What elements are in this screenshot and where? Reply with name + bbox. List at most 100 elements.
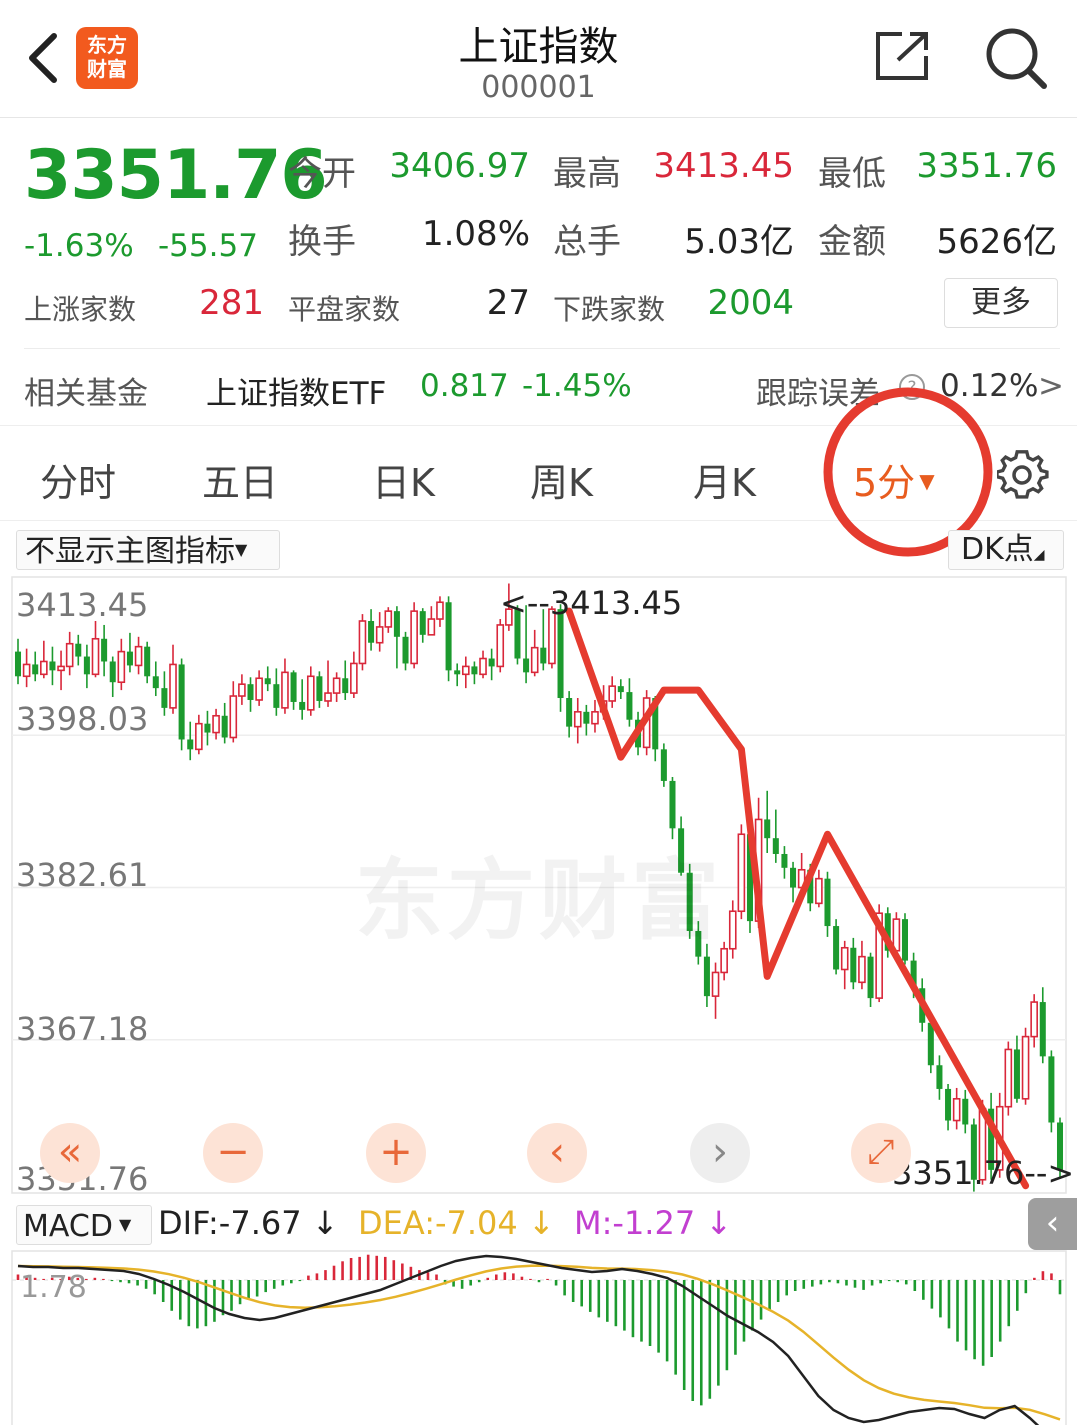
related-fund-label: 相关基金 [24, 376, 148, 412]
candle-body [711, 971, 720, 997]
candle-body [247, 684, 254, 700]
scroll-right-button[interactable]: › [690, 1123, 750, 1183]
tab-monthly-k[interactable]: 月K [693, 452, 756, 507]
tab-five-day[interactable]: 五日 [202, 452, 278, 507]
sub-indicator-select[interactable]: MACD ▼ [16, 1205, 152, 1245]
candle-body [32, 664, 39, 675]
change-value: -55.57 [158, 228, 258, 264]
fund-name[interactable]: 上证指数ETF [206, 368, 386, 413]
candle-body [583, 711, 590, 724]
candle-body [169, 663, 177, 709]
macd-dif: DIF:-7.67 ↓ [158, 1204, 339, 1242]
scroll-left-button[interactable]: ‹ [527, 1123, 587, 1183]
candle-body [1039, 1002, 1046, 1057]
candle-body [626, 692, 633, 720]
low-label: 最低 [818, 154, 886, 194]
change-percent: -1.63% [24, 228, 134, 264]
candle-body [608, 685, 617, 702]
candle-body [840, 946, 849, 971]
watermark: 东方财富 [355, 849, 724, 952]
macd-dea: DEA:-7.04 ↓ [358, 1204, 555, 1242]
candle-body [57, 665, 65, 672]
candle-body [1021, 1035, 1030, 1100]
candle-body [867, 956, 874, 999]
tab-intraday[interactable]: 分时 [40, 452, 116, 507]
candle-body [161, 688, 168, 708]
candle-body [306, 675, 315, 711]
side-panel-toggle[interactable]: ‹ [1028, 1198, 1077, 1250]
candle-body [402, 636, 409, 664]
candle-body [419, 611, 426, 635]
candle-body [1013, 1049, 1020, 1099]
candle-body [65, 642, 74, 668]
candle-body [530, 646, 539, 674]
turnover-value: 1.08% [421, 214, 530, 254]
candle-body [815, 877, 823, 905]
candle-body [703, 956, 710, 997]
header-bar: 东方 财富 上证指数 000001 [0, 0, 1077, 118]
search-icon[interactable] [984, 26, 1050, 90]
candle-body [332, 677, 341, 694]
main-indicator-select[interactable]: 不显示主图指标▼ [16, 530, 280, 570]
candle-body [229, 695, 238, 739]
down-count-label: 下跌家数 [553, 293, 666, 326]
candle-body [454, 670, 461, 675]
candle-body [728, 910, 737, 950]
candle-body [350, 662, 358, 694]
candle-body [221, 715, 228, 738]
share-icon[interactable] [872, 28, 932, 84]
candle-body [14, 651, 22, 677]
candle-body [187, 739, 194, 750]
candle-body [384, 610, 393, 628]
chevron-right-icon[interactable]: > [1038, 368, 1064, 404]
fullscreen-button[interactable]: ⤢ [851, 1123, 911, 1183]
volume-label: 总手 [553, 222, 621, 262]
current-price: 3351.76 [24, 136, 328, 215]
dropdown-triangle-icon: ▼ [235, 540, 248, 559]
candle-body [1004, 1048, 1013, 1108]
amount-label: 金额 [818, 222, 886, 262]
candle-body [945, 1088, 952, 1121]
candle-body [342, 678, 349, 694]
dk-point-toggle[interactable]: DK点◢ [948, 530, 1064, 570]
candle-body [573, 711, 582, 728]
candle-body [488, 658, 495, 667]
amount-value: 5626亿 [936, 222, 1057, 262]
open-value: 3406.97 [389, 146, 530, 186]
candle-body [83, 656, 90, 675]
tab-weekly-k[interactable]: 周K [530, 452, 593, 507]
y-tick-label: 3382.61 [16, 856, 149, 894]
candle-body [858, 955, 866, 984]
candle-body [238, 683, 246, 697]
candle-body [1048, 1056, 1055, 1123]
candle-body [479, 657, 487, 676]
y-tick-label: 3413.45 [16, 586, 149, 624]
y-tick-label: 3367.18 [16, 1010, 149, 1048]
high-label: 最高 [553, 154, 621, 194]
candle-body [368, 621, 375, 643]
candle-body [204, 723, 211, 733]
up-count-label: 上涨家数 [24, 293, 137, 326]
more-button[interactable]: 更多 [944, 278, 1058, 328]
corner-triangle-icon: ◢ [1033, 547, 1045, 563]
dropdown-triangle-icon: ▼ [118, 1215, 132, 1234]
candle-body [427, 618, 436, 636]
high-value: 3413.45 [653, 146, 794, 186]
candle-body [75, 643, 82, 657]
candle-body [324, 692, 332, 702]
candle-body [952, 1098, 961, 1122]
turnover-label: 换手 [288, 222, 356, 262]
tab-daily-k[interactable]: 日K [372, 452, 435, 507]
candle-body [358, 620, 367, 665]
candle-body [660, 749, 667, 781]
candle-body [109, 661, 116, 683]
candle-body [833, 926, 840, 970]
candle-body [255, 677, 263, 701]
candle-body [299, 701, 306, 710]
candlestick-chart[interactable] [0, 575, 1077, 1425]
zoom-in-button[interactable]: + [366, 1123, 426, 1183]
zoom-out-button[interactable]: − [203, 1123, 263, 1183]
gear-icon[interactable] [997, 449, 1049, 501]
candle-body [212, 714, 220, 734]
rewind-button[interactable]: « [40, 1123, 100, 1183]
